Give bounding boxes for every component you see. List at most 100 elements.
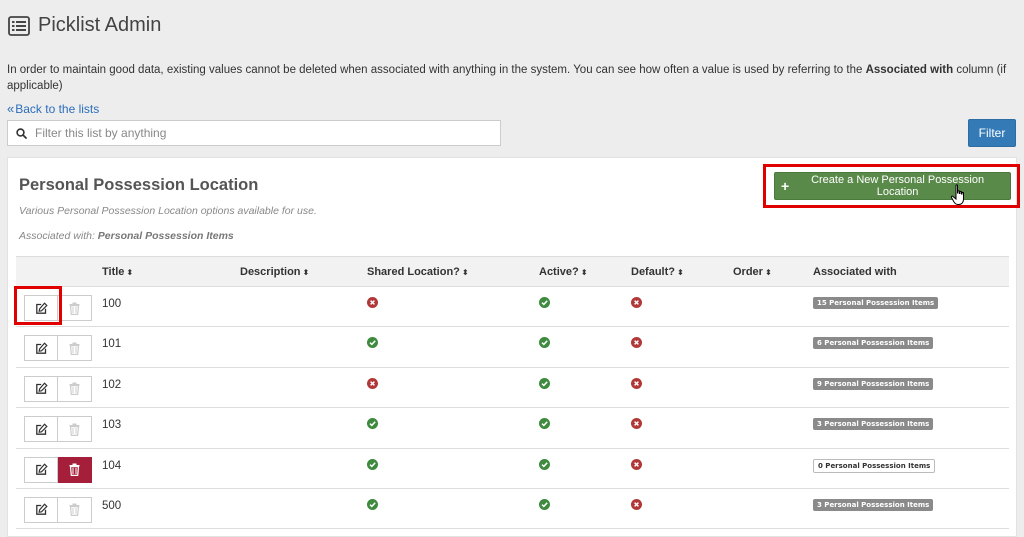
default-cross-icon	[631, 418, 642, 430]
filter-button[interactable]: Filter	[968, 119, 1016, 147]
panel-description: Various Personal Possession Location opt…	[19, 205, 317, 217]
trash-icon	[69, 382, 80, 396]
edit-button[interactable]	[24, 416, 58, 443]
row-active	[539, 448, 631, 488]
header-title[interactable]: Title ⬍	[102, 256, 240, 287]
picklist-table: Title ⬍ Description ⬍ Shared Location? ⬍ Ac…	[16, 256, 1009, 529]
list-icon	[8, 15, 30, 36]
shared-check-icon	[367, 498, 378, 510]
edit-button[interactable]	[24, 335, 58, 362]
edit-icon	[35, 342, 48, 355]
shared-check-icon	[367, 458, 378, 470]
row-title: 500	[102, 499, 122, 512]
active-check-icon	[539, 337, 550, 349]
row-title: 101	[102, 338, 122, 351]
sort-icon: ⬍	[461, 267, 469, 277]
row-description	[240, 408, 367, 448]
panel-associated: Associated with: Personal Possession Ite…	[19, 230, 234, 242]
double-chevron-left-icon: «	[7, 101, 14, 116]
row-order	[733, 367, 813, 407]
header-description[interactable]: Description ⬍	[240, 256, 367, 287]
row-shared-location	[367, 287, 539, 327]
delete-button	[58, 375, 92, 402]
header-shared-location[interactable]: Shared Location? ⬍	[367, 256, 539, 287]
row-associated-with: 3 Personal Possession Items	[813, 408, 1009, 448]
sort-icon: ⬍	[764, 267, 772, 277]
back-to-lists-link[interactable]: « Back to the lists	[7, 101, 99, 116]
row-description	[240, 488, 367, 528]
sort-icon: ⬍	[126, 267, 134, 277]
header-associated-with: Associated with	[813, 256, 1009, 287]
row-order	[733, 448, 813, 488]
row-active	[539, 327, 631, 367]
shared-cross-icon	[367, 377, 378, 389]
sort-icon: ⬍	[302, 267, 310, 277]
header-default[interactable]: Default? ⬍	[631, 256, 733, 287]
row-shared-location	[367, 408, 539, 448]
panel-associated-value: Personal Possession Items	[97, 230, 234, 242]
edit-button[interactable]	[24, 375, 58, 402]
default-cross-icon	[631, 498, 642, 510]
table-header-row: Title ⬍ Description ⬍ Shared Location? ⬍ Ac…	[16, 256, 1009, 287]
back-link-label: Back to the lists	[15, 101, 100, 116]
delete-button[interactable]	[58, 456, 92, 483]
create-button-label: Create a New Personal Possession Locatio…	[811, 174, 985, 198]
page-header: Picklist Admin	[8, 14, 161, 37]
search-input[interactable]	[33, 125, 500, 141]
row-default	[631, 448, 733, 488]
row-active	[539, 287, 631, 327]
header-actions	[16, 256, 102, 287]
edit-button[interactable]	[24, 456, 58, 483]
panel-associated-prefix: Associated with:	[19, 230, 98, 242]
default-cross-icon	[631, 377, 642, 389]
edit-button[interactable]	[24, 496, 58, 523]
edit-button[interactable]	[24, 295, 58, 321]
row-actions	[16, 287, 102, 327]
trash-icon	[69, 423, 80, 436]
edit-icon	[35, 382, 48, 395]
row-shared-location	[367, 448, 539, 488]
table-row: 104 0 Personal Possession Items	[16, 448, 1009, 489]
default-cross-icon	[631, 458, 642, 470]
row-active	[539, 367, 631, 407]
row-shared-location	[367, 488, 539, 528]
associated-badge: 3 Personal Possession Items	[813, 498, 934, 511]
header-order[interactable]: Order ⬍	[733, 256, 813, 287]
trash-icon	[69, 503, 80, 517]
active-check-icon	[539, 377, 550, 389]
row-shared-location	[367, 367, 539, 407]
row-order	[733, 287, 813, 327]
trash-icon	[69, 302, 80, 315]
row-default	[631, 287, 733, 327]
table-row: 102 9 Personal Possession Items	[16, 367, 1009, 408]
associated-badge: 3 Personal Possession Items	[813, 418, 934, 431]
table-row: 100 15 Personal Possession Items	[16, 287, 1009, 327]
create-new-location-button[interactable]: + Create a New Personal Possession Locat…	[774, 172, 1011, 200]
header-active[interactable]: Active? ⬍	[539, 256, 631, 287]
row-actions	[16, 327, 102, 367]
trash-icon	[69, 342, 80, 355]
active-check-icon	[539, 498, 550, 510]
row-default	[631, 327, 733, 367]
info-text-before: In order to maintain good data, existing…	[7, 64, 866, 76]
delete-button	[58, 295, 92, 321]
row-default	[631, 488, 733, 528]
row-associated-with: 3 Personal Possession Items	[813, 488, 1009, 528]
associated-badge: 9 Personal Possession Items	[813, 377, 934, 390]
info-text: In order to maintain good data, existing…	[7, 62, 1012, 94]
active-check-icon	[539, 297, 550, 308]
panel-title: Personal Possession Location	[19, 176, 259, 194]
row-title: 100	[102, 298, 122, 310]
active-check-icon	[539, 418, 550, 430]
shared-cross-icon	[367, 297, 378, 308]
default-cross-icon	[631, 297, 642, 308]
row-default	[631, 367, 733, 407]
edit-icon	[35, 463, 48, 476]
sort-icon: ⬍	[580, 267, 588, 277]
row-description	[240, 448, 367, 488]
page-title: Picklist Admin	[38, 14, 162, 36]
row-active	[539, 408, 631, 448]
row-shared-location	[367, 327, 539, 367]
table-row: 101 6 Personal Possession Items	[16, 327, 1009, 368]
row-description	[240, 287, 367, 327]
